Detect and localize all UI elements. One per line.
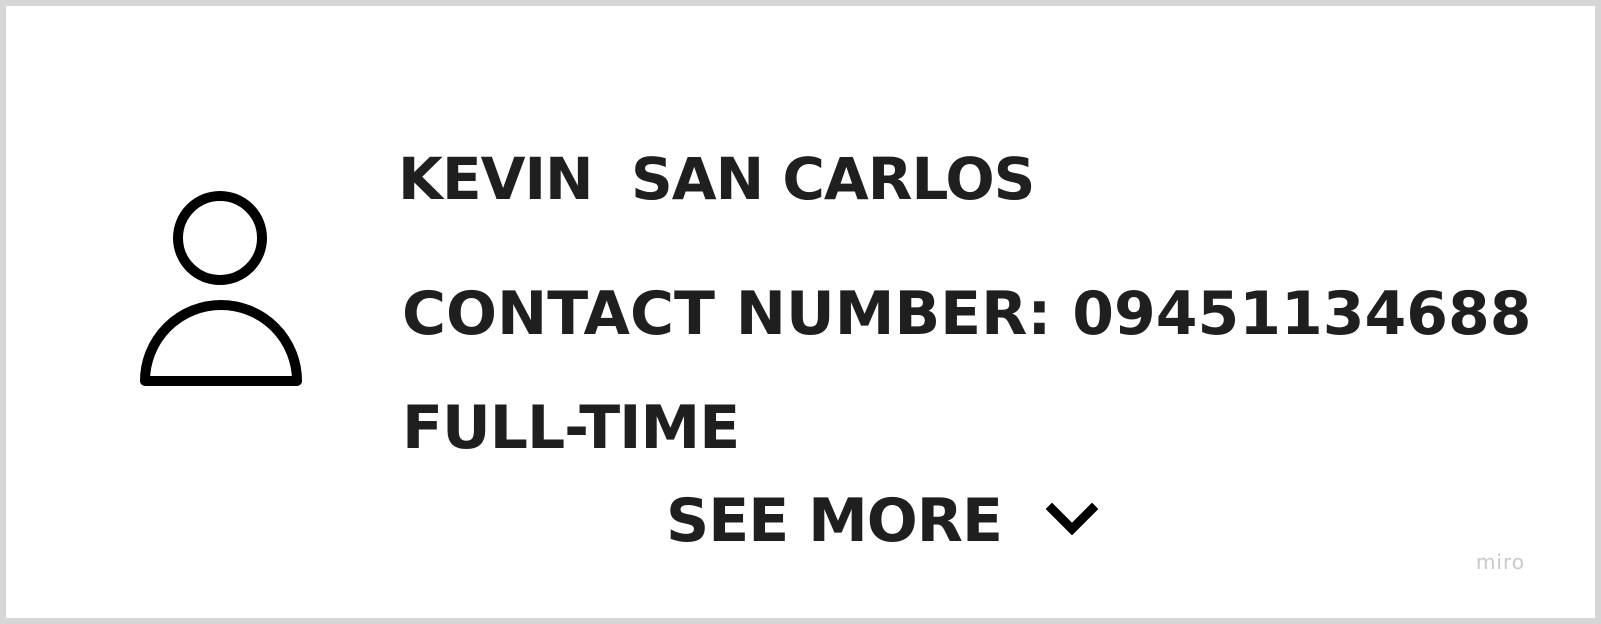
see-more-label: SEE MORE xyxy=(666,486,1003,556)
profile-card: KEVIN SAN CARLOS CONTACT NUMBER: 0945113… xyxy=(0,0,1601,624)
employee-name: KEVIN SAN CARLOS xyxy=(398,145,1035,213)
see-more-button[interactable]: SEE MORE xyxy=(666,486,1098,556)
chevron-down-icon xyxy=(1045,503,1098,536)
employment-status: FULL-TIME xyxy=(402,393,740,463)
user-icon xyxy=(140,191,302,387)
miro-watermark: miro xyxy=(1475,550,1525,574)
contact-number: CONTACT NUMBER: 09451134688 xyxy=(402,279,1532,349)
